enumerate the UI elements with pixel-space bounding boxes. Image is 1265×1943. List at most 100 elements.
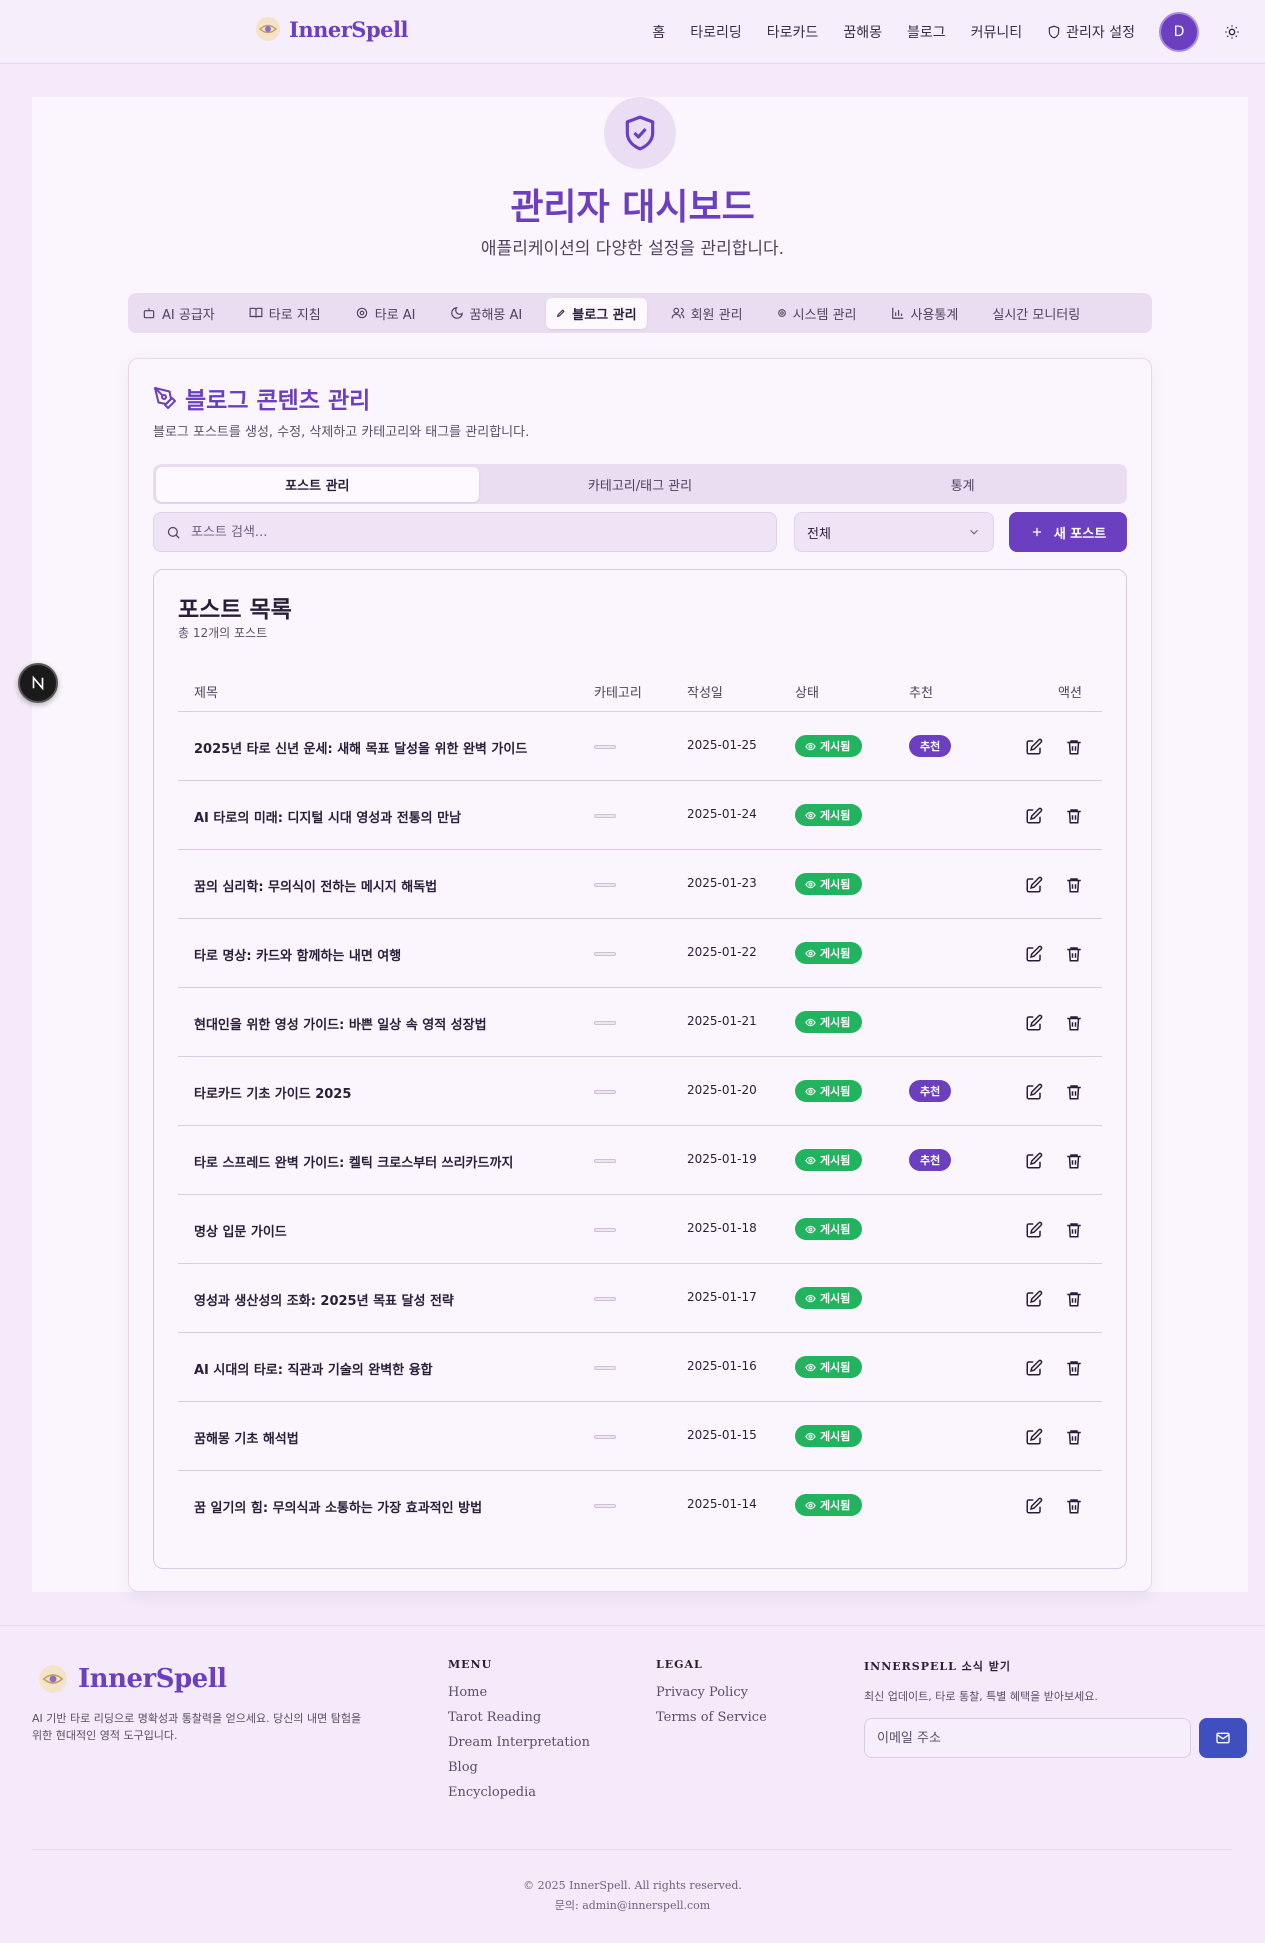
- post-count: 총 12개의 포스트: [178, 626, 268, 640]
- post-title[interactable]: AI 타로의 미래: 디지털 시대 영성과 전통의 만남: [194, 807, 461, 826]
- dev-tools-button[interactable]: [18, 663, 58, 703]
- trash-icon[interactable]: [1065, 738, 1083, 756]
- edit-icon[interactable]: [1025, 807, 1043, 825]
- tab-realtime-monitoring[interactable]: 실시간 모니터링: [982, 298, 1090, 329]
- trash-icon[interactable]: [1065, 1014, 1083, 1032]
- user-avatar[interactable]: D: [1159, 12, 1199, 52]
- nav-tarot-cards[interactable]: 타로카드: [767, 22, 819, 42]
- card-header: 블로그 콘텐츠 관리: [153, 381, 370, 415]
- table-row[interactable]: 현대인을 위한 영성 가이드: 바쁜 일상 속 영적 성장법 2025-01-21…: [178, 988, 1102, 1057]
- edit-icon[interactable]: [1025, 1221, 1043, 1239]
- table-row[interactable]: 타로 명상: 카드와 함께하는 내면 여행 2025-01-22 게시됨: [178, 919, 1102, 988]
- tab-blog-management[interactable]: 블로그 관리: [546, 297, 647, 329]
- footer-link-terms[interactable]: Terms of Service: [656, 1710, 767, 1725]
- post-title[interactable]: 타로카드 기초 가이드 2025: [194, 1083, 351, 1102]
- tab-usage-stats[interactable]: 사용통계: [881, 298, 969, 329]
- new-post-button[interactable]: 새 포스트: [1009, 512, 1127, 552]
- nav-home[interactable]: 홈: [652, 22, 665, 42]
- system-icon: [777, 309, 786, 317]
- table-row[interactable]: 타로카드 기초 가이드 2025 2025-01-20 게시됨 추천: [178, 1057, 1102, 1126]
- edit-icon[interactable]: [1025, 738, 1043, 756]
- trash-icon[interactable]: [1065, 945, 1083, 963]
- post-title[interactable]: 명상 입문 가이드: [194, 1221, 287, 1240]
- moon-icon: [450, 307, 463, 319]
- post-title[interactable]: 2025년 타로 신년 운세: 새해 목표 달성을 위한 완벽 가이드: [194, 738, 527, 757]
- nav-dream[interactable]: 꿈해몽: [843, 22, 882, 42]
- post-title[interactable]: 영성과 생산성의 조화: 2025년 목표 달성 전략: [194, 1290, 454, 1309]
- tab-tarot-ai[interactable]: 타로 AI: [345, 298, 426, 329]
- mail-icon: [1216, 1732, 1230, 1744]
- tab-ai-provider[interactable]: AI 공급자: [132, 298, 225, 329]
- status-label: 게시됨: [820, 1430, 851, 1443]
- status-label: 게시됨: [820, 1154, 851, 1167]
- footer-link-home[interactable]: Home: [448, 1685, 590, 1700]
- nav-tarot-reading[interactable]: 타로리딩: [690, 22, 742, 42]
- nav-blog[interactable]: 블로그: [907, 22, 946, 42]
- table-row[interactable]: 2025년 타로 신년 운세: 새해 목표 달성을 위한 완벽 가이드 2025-…: [178, 712, 1102, 781]
- admin-tabs: AI 공급자 타로 지침 타로 AI 꿈해몽 AI 블로그 관리 회원 관리 시…: [128, 293, 1152, 333]
- eye-icon: [805, 742, 816, 750]
- subtab-categories-tags[interactable]: 카테고리/태그 관리: [479, 467, 802, 502]
- table-row[interactable]: 명상 입문 가이드 2025-01-18 게시됨: [178, 1195, 1102, 1264]
- edit-icon[interactable]: [1025, 1497, 1043, 1515]
- table-row[interactable]: 영성과 생산성의 조화: 2025년 목표 달성 전략 2025-01-17 게시됨: [178, 1264, 1102, 1333]
- trash-icon[interactable]: [1065, 807, 1083, 825]
- status-badge: 게시됨: [795, 1149, 863, 1171]
- edit-icon[interactable]: [1025, 1014, 1043, 1032]
- column-date: 작성일: [687, 686, 723, 701]
- trash-icon[interactable]: [1065, 1290, 1083, 1308]
- nav-community[interactable]: 커뮤니티: [971, 22, 1023, 42]
- edit-icon[interactable]: [1025, 1152, 1043, 1170]
- table-row[interactable]: 꿈해몽 기초 해석법 2025-01-15 게시됨: [178, 1402, 1102, 1471]
- edit-icon[interactable]: [1025, 1428, 1043, 1446]
- nav-admin-settings[interactable]: 관리자 설정: [1047, 22, 1135, 42]
- post-title[interactable]: 현대인을 위한 영성 가이드: 바쁜 일상 속 영적 성장법: [194, 1014, 487, 1033]
- post-title[interactable]: 꿈해몽 기초 해석법: [194, 1428, 299, 1447]
- edit-icon[interactable]: [1025, 945, 1043, 963]
- table-row[interactable]: AI 시대의 타로: 직관과 기술의 완벽한 융합 2025-01-16 게시됨: [178, 1333, 1102, 1402]
- footer-link-blog[interactable]: Blog: [448, 1760, 590, 1775]
- edit-icon[interactable]: [1025, 1359, 1043, 1377]
- post-date: 2025-01-16: [687, 1359, 757, 1373]
- trash-icon[interactable]: [1065, 1428, 1083, 1446]
- trash-icon[interactable]: [1065, 1359, 1083, 1377]
- post-title[interactable]: 타로 스프레드 완벽 가이드: 켈틱 크로스부터 쓰리카드까지: [194, 1152, 513, 1171]
- edit-icon[interactable]: [1025, 1083, 1043, 1101]
- footer-legal: LEGAL Privacy Policy Terms of Service: [656, 1658, 767, 1735]
- edit-icon[interactable]: [1025, 1290, 1043, 1308]
- subtab-stats[interactable]: 통계: [801, 467, 1124, 502]
- tab-dream-ai[interactable]: 꿈해몽 AI: [440, 298, 533, 329]
- status-filter-select[interactable]: 전체: [794, 512, 994, 552]
- footer-link-privacy[interactable]: Privacy Policy: [656, 1685, 767, 1700]
- post-title[interactable]: AI 시대의 타로: 직관과 기술의 완벽한 융합: [194, 1359, 433, 1378]
- table-row[interactable]: 타로 스프레드 완벽 가이드: 켈틱 크로스부터 쓰리카드까지 2025-01-1…: [178, 1126, 1102, 1195]
- tab-member-management[interactable]: 회원 관리: [661, 298, 753, 329]
- tab-system-management[interactable]: 시스템 관리: [767, 298, 867, 329]
- post-title[interactable]: 꿈 일기의 힘: 무의식과 소통하는 가장 효과적인 방법: [194, 1497, 482, 1516]
- subscribe-button[interactable]: [1199, 1718, 1247, 1758]
- table-row[interactable]: AI 타로의 미래: 디지털 시대 영성과 전통의 만남 2025-01-24 게시…: [178, 781, 1102, 850]
- email-input[interactable]: [864, 1718, 1191, 1758]
- footer-link-encyclopedia[interactable]: Encyclopedia: [448, 1785, 590, 1800]
- table-row[interactable]: 꿈 일기의 힘: 무의식과 소통하는 가장 효과적인 방법 2025-01-14 게…: [178, 1471, 1102, 1540]
- post-search-input[interactable]: [191, 524, 751, 540]
- footer-brand[interactable]: InnerSpell: [38, 1664, 227, 1694]
- trash-icon[interactable]: [1065, 876, 1083, 894]
- trash-icon[interactable]: [1065, 1497, 1083, 1515]
- footer-link-tarot-reading[interactable]: Tarot Reading: [448, 1710, 590, 1725]
- status-badge: 게시됨: [795, 1218, 863, 1240]
- post-title[interactable]: 타로 명상: 카드와 함께하는 내면 여행: [194, 945, 401, 964]
- theme-toggle-button[interactable]: [1219, 19, 1245, 45]
- post-title[interactable]: 꿈의 심리학: 무의식이 전하는 메시지 해독법: [194, 876, 437, 895]
- table-row[interactable]: 꿈의 심리학: 무의식이 전하는 메시지 해독법 2025-01-23 게시됨: [178, 850, 1102, 919]
- trash-icon[interactable]: [1065, 1221, 1083, 1239]
- subtab-posts[interactable]: 포스트 관리: [156, 466, 479, 502]
- footer-link-dream[interactable]: Dream Interpretation: [448, 1735, 590, 1750]
- tab-tarot-guidelines[interactable]: 타로 지침: [239, 298, 331, 329]
- trash-icon[interactable]: [1065, 1083, 1083, 1101]
- brand-logo[interactable]: InnerSpell: [255, 16, 408, 42]
- edit-icon[interactable]: [1025, 876, 1043, 894]
- status-badge: 게시됨: [795, 735, 863, 757]
- trash-icon[interactable]: [1065, 1152, 1083, 1170]
- footer-brand-name: InnerSpell: [78, 1664, 227, 1694]
